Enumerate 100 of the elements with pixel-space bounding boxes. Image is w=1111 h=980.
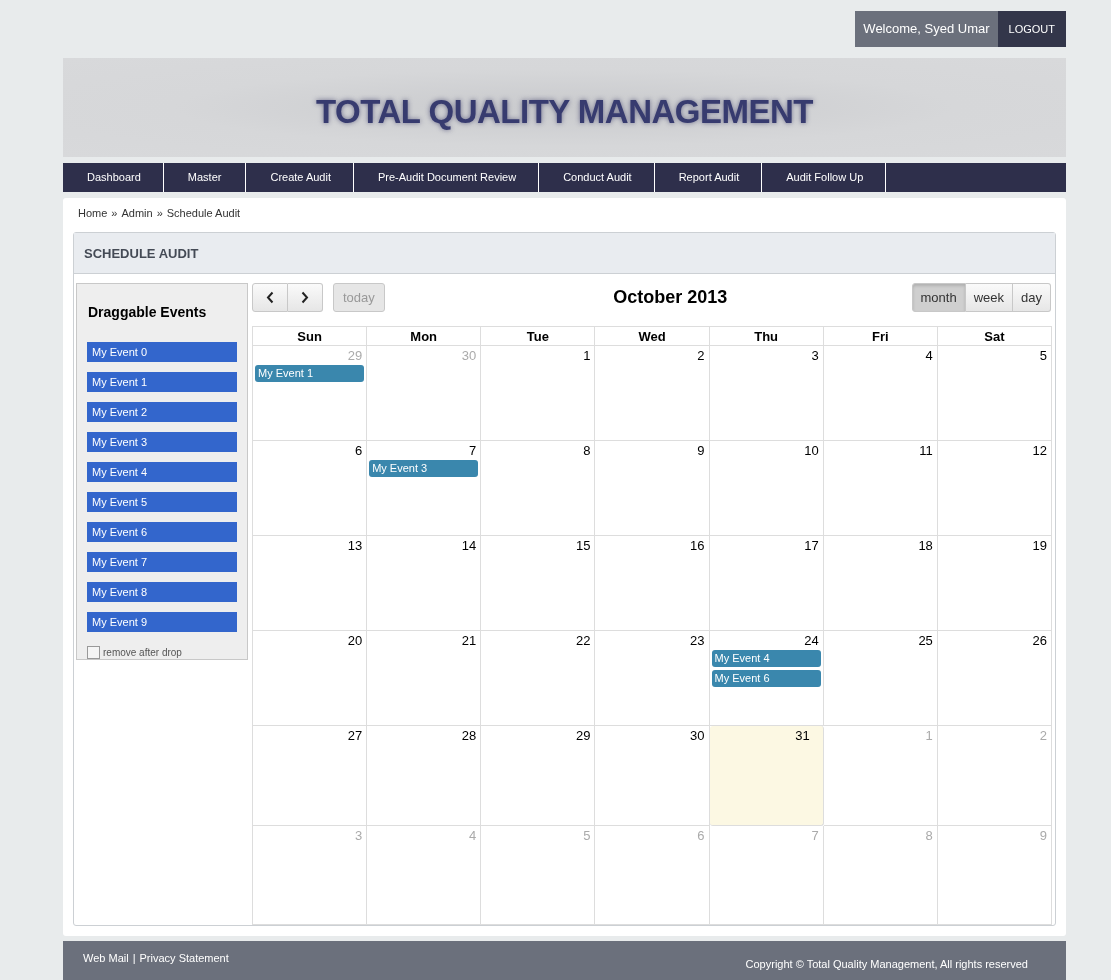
breadcrumb-link[interactable]: Home bbox=[78, 207, 108, 224]
day-number: 1 bbox=[582, 347, 592, 364]
draggable-event[interactable]: My Event 3 bbox=[87, 432, 237, 452]
day-number: 28 bbox=[460, 727, 478, 744]
day-number: 7 bbox=[810, 827, 820, 844]
day-number: 1 bbox=[924, 727, 934, 744]
panel-title: SCHEDULE AUDIT bbox=[84, 245, 199, 261]
day-number: 11 bbox=[918, 442, 934, 459]
draggable-event[interactable]: My Event 8 bbox=[87, 582, 237, 602]
weekday-header: Mon bbox=[367, 327, 482, 346]
day-cell[interactable]: 17 bbox=[709, 536, 824, 631]
calendar-event[interactable]: My Event 4 bbox=[711, 650, 821, 667]
day-cell[interactable]: 6 bbox=[253, 441, 368, 536]
site-title: TOTAL QUALITY MANAGEMENT bbox=[315, 92, 814, 131]
breadcrumb-link[interactable]: Admin bbox=[121, 207, 153, 224]
draggable-event[interactable]: My Event 0 bbox=[87, 342, 237, 362]
day-cell[interactable]: 24 My Event 4 My Event 6 bbox=[709, 631, 824, 726]
calendar-event[interactable]: My Event 3 bbox=[369, 460, 479, 477]
day-cell[interactable]: 29 bbox=[481, 726, 596, 826]
nav-item[interactable]: Pre-Audit Document Review bbox=[354, 163, 540, 192]
logout-button[interactable]: LOGOUT bbox=[997, 11, 1066, 47]
nav-item[interactable]: Audit Follow Up bbox=[762, 163, 887, 192]
weekday-header: Wed bbox=[595, 327, 710, 346]
day-number: 6 bbox=[353, 442, 364, 459]
day-cell[interactable]: 8 bbox=[481, 441, 596, 536]
day-cell[interactable]: 15 bbox=[481, 536, 596, 631]
calendar-event[interactable]: My Event 6 bbox=[711, 670, 821, 687]
nav-item[interactable]: Create Audit bbox=[246, 163, 354, 192]
day-cell[interactable]: 19 bbox=[937, 536, 1052, 631]
nav-item[interactable]: Master bbox=[163, 163, 247, 192]
day-cell[interactable]: 12 bbox=[937, 441, 1052, 536]
calendar-event[interactable]: My Event 1 bbox=[255, 365, 365, 382]
day-cell[interactable]: 25 bbox=[823, 631, 938, 726]
draggable-event[interactable]: My Event 6 bbox=[87, 522, 237, 542]
nav-item[interactable]: Conduct Audit bbox=[539, 163, 655, 192]
footer-link[interactable]: Privacy Statement bbox=[139, 952, 229, 964]
day-cell[interactable]: 7 My Event 3 bbox=[367, 441, 482, 536]
day-number: 3 bbox=[810, 347, 820, 364]
draggable-event[interactable]: My Event 1 bbox=[87, 372, 237, 392]
day-number: 2 bbox=[1038, 727, 1048, 744]
day-cell[interactable]: 11 bbox=[823, 441, 938, 536]
day-cell[interactable]: 14 bbox=[367, 536, 482, 631]
nav-item[interactable]: Report Audit bbox=[654, 163, 763, 192]
day-number: 23 bbox=[689, 632, 706, 649]
day-cell[interactable]: 1 bbox=[481, 346, 596, 441]
day-number: 27 bbox=[346, 727, 364, 744]
welcome-text: Welcome, Syed Umar bbox=[855, 11, 998, 47]
day-number: 2 bbox=[696, 347, 706, 364]
day-cell[interactable]: 13 bbox=[253, 536, 368, 631]
next-button[interactable] bbox=[288, 283, 323, 312]
day-cell[interactable]: 27 bbox=[253, 726, 368, 826]
day-cell[interactable]: 9 bbox=[595, 441, 710, 536]
day-cell[interactable]: 31 bbox=[709, 726, 824, 826]
day-cell[interactable]: 26 bbox=[937, 631, 1052, 726]
day-cell[interactable]: 10 bbox=[709, 441, 824, 536]
draggable-event[interactable]: My Event 2 bbox=[87, 402, 237, 422]
day-number: 21 bbox=[460, 632, 478, 649]
day-number: 7 bbox=[468, 442, 478, 459]
day-number: 8 bbox=[924, 827, 934, 844]
prev-button[interactable] bbox=[252, 283, 288, 312]
footer-link[interactable]: Web Mail bbox=[83, 952, 129, 964]
day-cell[interactable]: 21 bbox=[367, 631, 482, 726]
day-cell[interactable]: 30 bbox=[595, 726, 710, 826]
day-number: 31 bbox=[794, 727, 811, 744]
weekday-header: Fri bbox=[823, 327, 938, 346]
checkbox-label: remove after drop bbox=[103, 647, 182, 658]
day-cell[interactable]: 5 bbox=[937, 346, 1052, 441]
day-cell[interactable]: 2 bbox=[595, 346, 710, 441]
day-number: 4 bbox=[924, 347, 934, 364]
day-cell[interactable]: 16 bbox=[595, 536, 710, 631]
day-cell[interactable]: 18 bbox=[823, 536, 938, 631]
view-tab[interactable]: day bbox=[1013, 283, 1051, 312]
day-number: 25 bbox=[917, 632, 934, 649]
day-cell[interactable]: 20 bbox=[253, 631, 368, 726]
draggable-event[interactable]: My Event 7 bbox=[87, 552, 237, 572]
chevron-left-icon bbox=[266, 291, 274, 304]
day-number: 17 bbox=[803, 537, 820, 554]
day-cell[interactable]: 23 bbox=[595, 631, 710, 726]
breadcrumb-separator: » bbox=[111, 207, 118, 221]
draggable-event[interactable]: My Event 5 bbox=[87, 492, 237, 512]
checkbox[interactable] bbox=[87, 646, 100, 659]
day-number: 26 bbox=[1031, 632, 1048, 649]
draggable-event[interactable]: My Event 4 bbox=[87, 462, 237, 482]
day-cell[interactable]: 28 bbox=[367, 726, 482, 826]
day-number: 29 bbox=[574, 727, 592, 744]
day-cell[interactable]: 29 My Event 1 bbox=[253, 346, 368, 441]
day-number: 12 bbox=[1031, 442, 1048, 459]
draggable-event[interactable]: My Event 9 bbox=[87, 612, 237, 632]
day-cell[interactable]: 3 bbox=[709, 346, 824, 441]
day-cell[interactable]: 22 bbox=[481, 631, 596, 726]
view-tab[interactable]: month bbox=[911, 283, 966, 312]
view-tab[interactable]: week bbox=[965, 283, 1014, 312]
chevron-right-icon bbox=[301, 291, 309, 304]
nav-item[interactable]: Dashboard bbox=[63, 163, 164, 192]
day-number: 9 bbox=[1038, 827, 1048, 844]
day-number: 16 bbox=[689, 537, 706, 554]
day-number: 8 bbox=[582, 442, 592, 459]
weekday-header: Sat bbox=[937, 327, 1052, 346]
breadcrumb-separator: » bbox=[156, 207, 163, 221]
day-cell[interactable]: 4 bbox=[823, 346, 938, 441]
